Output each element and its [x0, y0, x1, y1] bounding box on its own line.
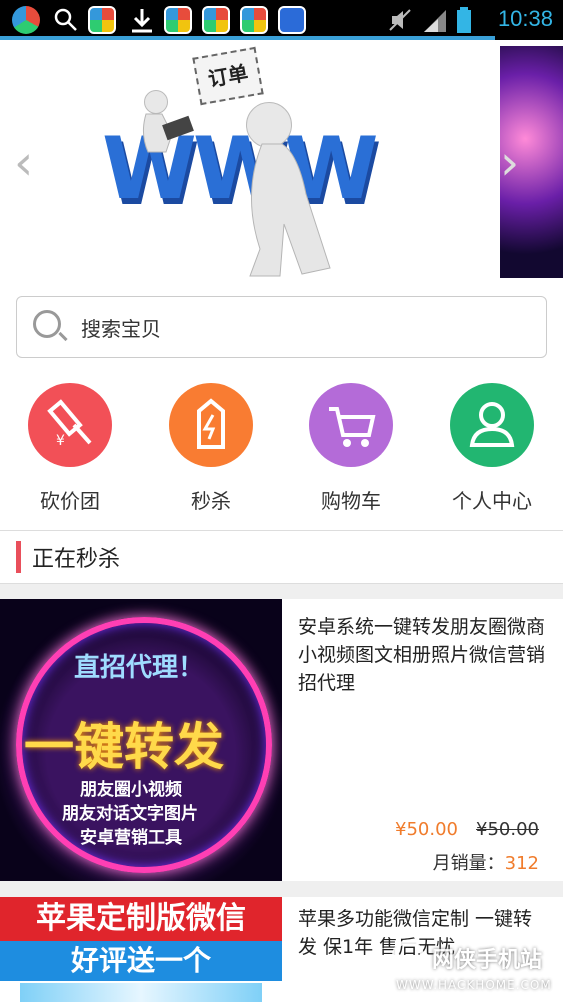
thumb-text: 安卓营销工具: [80, 828, 182, 848]
app-icon: [164, 6, 192, 34]
search-icon: [33, 310, 61, 338]
mute-icon: [386, 6, 414, 34]
nav-label: 购物车: [321, 489, 381, 513]
carousel-next-arrow[interactable]: ›: [500, 135, 519, 191]
thumb-text: 朋友对话文字图片: [62, 804, 198, 824]
thumb-text: 苹果定制版微信: [0, 897, 282, 941]
app-icon: [88, 6, 116, 34]
nav-label: 砍价团: [40, 489, 100, 513]
banner-image[interactable]: WWW 订单: [92, 44, 412, 280]
nav-profile[interactable]: 个人中心: [447, 383, 537, 514]
thumb-decoration: [20, 983, 262, 1002]
product-price: ¥50.00: [395, 819, 458, 840]
product-title[interactable]: 安卓系统一键转发朋友圈微商小视频图文相册照片微信营销 招代理: [298, 613, 548, 697]
carousel-prev-arrow[interactable]: ‹: [14, 135, 33, 191]
flash-tag-icon: [169, 383, 253, 467]
thumb-text: 朋友圈小视频: [80, 780, 182, 800]
baidu-icon: [278, 6, 306, 34]
banner-carousel[interactable]: ‹ WWW 订单 ›: [0, 40, 563, 285]
battery-icon: [456, 6, 472, 34]
figure-body: [142, 113, 331, 277]
sales-label: 月销量：: [432, 853, 505, 874]
product-image[interactable]: 直招代理！ 一键转发 朋友圈小视频 朋友对话文字图片 安卓营销工具: [0, 599, 282, 881]
thumb-text: 一键转发: [24, 718, 224, 776]
app-icon: [240, 6, 268, 34]
app-icon: [202, 6, 230, 34]
search-input[interactable]: 搜索宝贝: [16, 296, 547, 358]
watermark: 网侠手机站 WWW.HACKHOME.COM: [392, 936, 557, 998]
thumb-text: 直招代理！: [74, 653, 205, 683]
watermark-name: 网侠手机站: [432, 948, 543, 973]
svg-text:¥: ¥: [56, 433, 65, 449]
product-image[interactable]: 苹果定制版微信 好评送一个: [0, 897, 282, 1002]
signal-icon: [422, 6, 450, 34]
search-and-nav: 搜索宝贝 ¥ 砍价团 秒杀 购物车 个人中心: [0, 285, 563, 530]
hammer-icon: ¥: [28, 383, 112, 467]
nav-label: 个人中心: [452, 489, 532, 513]
section-accent-bar: [16, 541, 21, 573]
sales-count: 312: [504, 853, 539, 874]
sync-icon: [12, 6, 40, 34]
product-card[interactable]: 直招代理！ 一键转发 朋友圈小视频 朋友对话文字图片 安卓营销工具 安卓系统一键…: [0, 599, 563, 881]
search-placeholder: 搜索宝贝: [81, 317, 161, 341]
nav-cart[interactable]: 购物车: [306, 383, 396, 514]
nav-flash-sale[interactable]: 秒杀: [166, 383, 256, 514]
nav-bargain-group[interactable]: ¥ 砍价团: [25, 383, 115, 514]
watermark-url: WWW.HACKHOME.COM: [396, 978, 552, 992]
product-original-price: ¥50.00: [476, 819, 539, 840]
section-header: 正在秒杀: [0, 530, 563, 584]
cart-icon: [309, 383, 393, 467]
nav-label: 秒杀: [191, 489, 231, 513]
watermark-logo-icon: [392, 940, 424, 972]
clock: 10:38: [497, 6, 553, 31]
monthly-sales: 月销量：312: [433, 849, 539, 875]
download-icon: [128, 6, 156, 34]
status-bar: 10:38: [0, 0, 563, 40]
section-title: 正在秒杀: [32, 547, 121, 572]
user-icon: [450, 383, 534, 467]
search-icon: [52, 6, 80, 34]
thumb-text: 好评送一个: [0, 941, 282, 981]
